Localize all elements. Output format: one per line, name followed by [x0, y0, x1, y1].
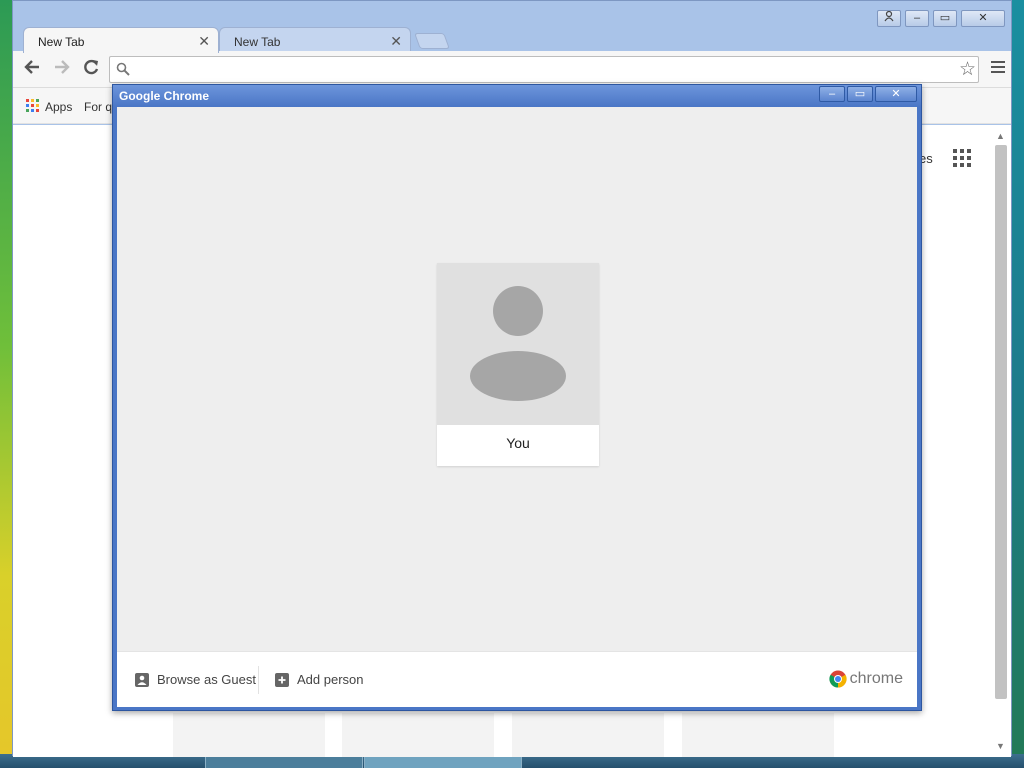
- taskbar-item-active[interactable]: [364, 756, 522, 768]
- tab-new-tab-1[interactable]: New Tab ✕: [23, 27, 219, 53]
- apps-launcher-icon[interactable]: [953, 149, 971, 167]
- scroll-down-icon[interactable]: ▼: [996, 741, 1005, 751]
- tab-label: New Tab: [38, 35, 85, 49]
- add-person-label: Add person: [297, 672, 364, 687]
- tab-strip: New Tab ✕ New Tab ✕ – ▭ ✕: [13, 1, 1011, 53]
- back-arrow-icon[interactable]: [21, 58, 43, 80]
- scroll-thumb[interactable]: [995, 145, 1007, 699]
- desktop-background-right: [1012, 0, 1024, 768]
- omnibox[interactable]: ☆: [109, 56, 979, 83]
- dialog-window-controls: – ▭ ✕: [817, 86, 917, 102]
- minimize-button[interactable]: –: [905, 10, 929, 27]
- reload-icon[interactable]: [80, 58, 102, 80]
- bookmark-item[interactable]: For q: [84, 100, 112, 114]
- taskbar-item[interactable]: [205, 756, 363, 768]
- new-tab-button[interactable]: [414, 33, 450, 49]
- scroll-up-icon[interactable]: ▲: [996, 131, 1005, 141]
- star-icon[interactable]: ☆: [959, 58, 976, 81]
- add-person-icon: [275, 672, 289, 687]
- close-window-button[interactable]: ✕: [961, 10, 1005, 27]
- guest-label: Browse as Guest: [157, 672, 256, 687]
- apps-grid-icon[interactable]: [26, 99, 39, 112]
- dialog-title: Google Chrome: [119, 89, 210, 103]
- profile-picker-dialog: Google Chrome – ▭ ✕ You Browse as Guest: [112, 84, 922, 711]
- most-visited-tile[interactable]: [342, 713, 494, 757]
- chrome-logo-icon: [829, 670, 847, 688]
- dialog-restore-button[interactable]: ▭: [847, 86, 873, 102]
- close-icon[interactable]: ✕: [390, 33, 402, 50]
- footer-divider: [258, 666, 259, 694]
- profile-card[interactable]: You: [437, 263, 599, 466]
- search-icon: [116, 62, 130, 76]
- dialog-body: You: [117, 107, 917, 651]
- dialog-close-button[interactable]: ✕: [875, 86, 917, 102]
- forward-arrow-icon[interactable]: [51, 58, 73, 80]
- omnibox-input[interactable]: [136, 59, 936, 80]
- chrome-brand-label: chrome: [849, 670, 903, 687]
- most-visited-tile[interactable]: [682, 713, 834, 757]
- toolbar: ☆: [13, 51, 1011, 88]
- bookmark-apps[interactable]: Apps: [45, 100, 72, 114]
- menu-icon[interactable]: [991, 61, 1005, 75]
- chrome-brand: chrome: [829, 670, 903, 688]
- dialog-footer: Browse as Guest Add person chrome: [117, 651, 917, 707]
- close-icon[interactable]: ✕: [198, 33, 210, 50]
- most-visited-tile[interactable]: [512, 713, 664, 757]
- add-person-button[interactable]: Add person: [275, 672, 364, 687]
- dialog-minimize-button[interactable]: –: [819, 86, 845, 102]
- tab-new-tab-2[interactable]: New Tab ✕: [219, 27, 411, 53]
- page-scrollbar[interactable]: ▲ ▼: [994, 129, 1008, 753]
- guest-icon: [135, 672, 149, 687]
- window-controls: – ▭ ✕: [873, 10, 1005, 27]
- default-avatar-icon: [437, 263, 599, 425]
- restore-button[interactable]: ▭: [933, 10, 957, 27]
- profile-icon[interactable]: [877, 10, 901, 27]
- most-visited-tile[interactable]: [173, 713, 325, 757]
- profile-name: You: [506, 435, 530, 451]
- tab-label: New Tab: [234, 35, 281, 49]
- dialog-titlebar[interactable]: Google Chrome – ▭ ✕: [113, 85, 921, 107]
- browse-as-guest-button[interactable]: Browse as Guest: [135, 672, 256, 687]
